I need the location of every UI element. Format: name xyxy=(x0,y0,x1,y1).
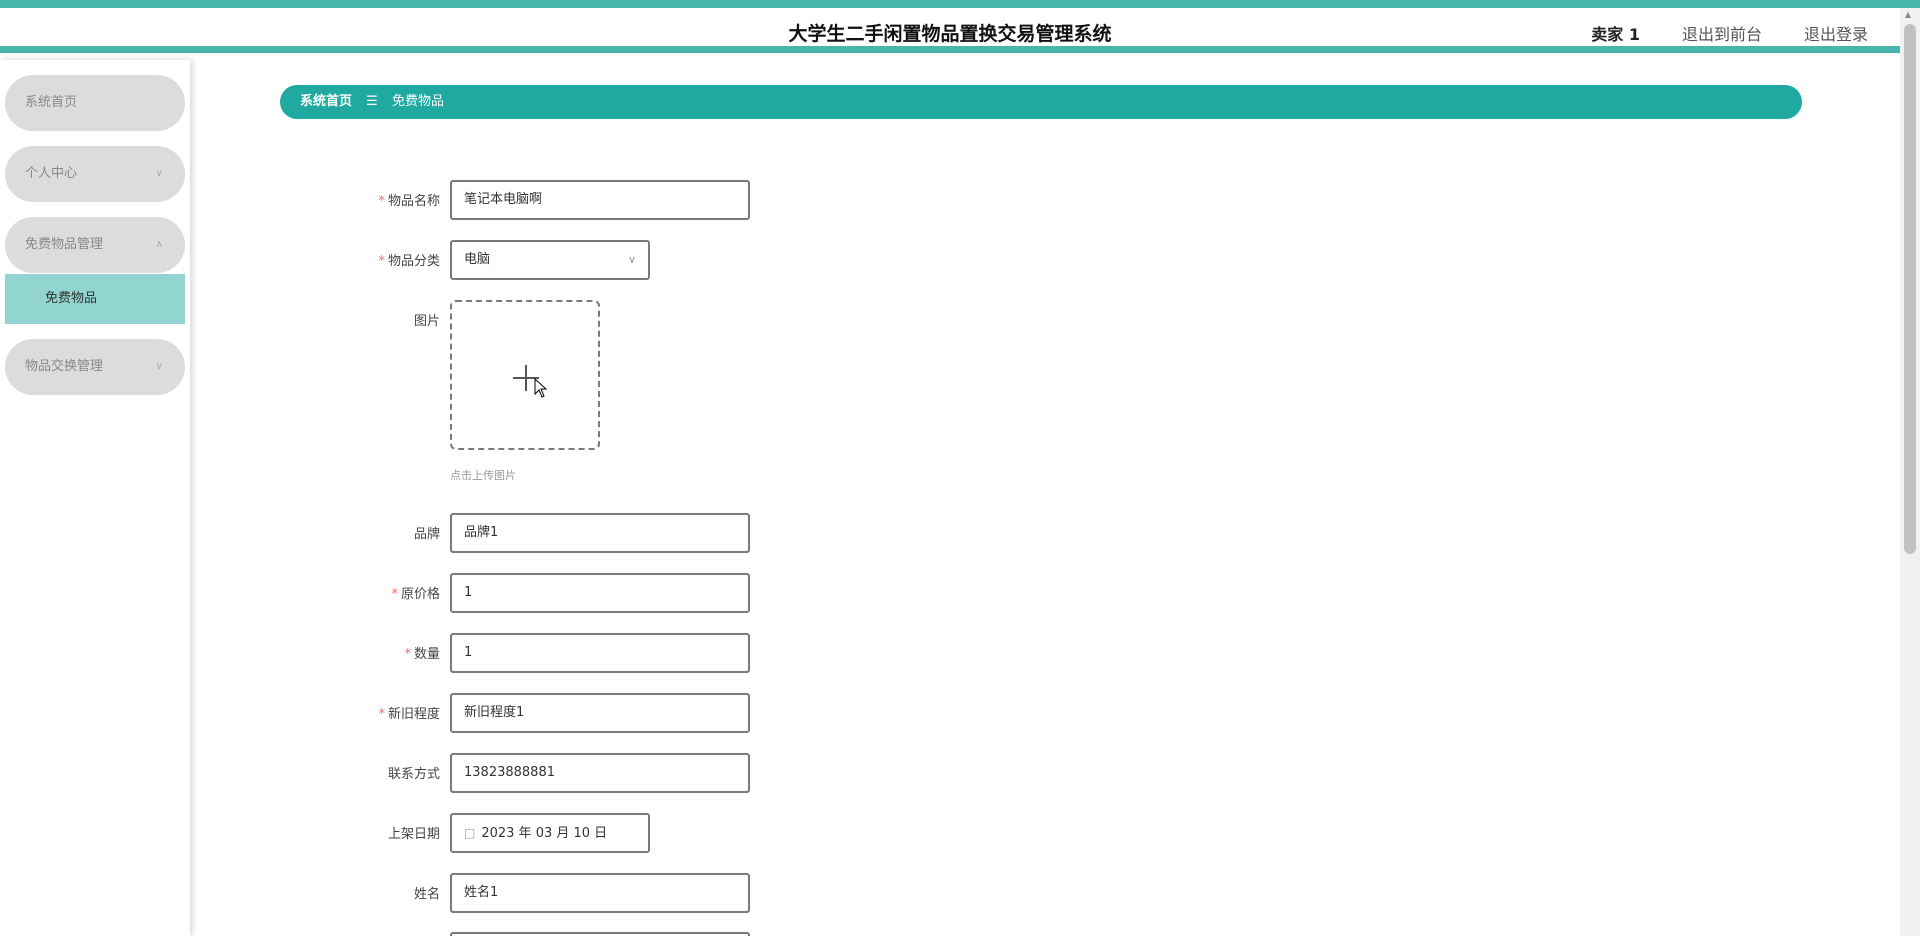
sidebar-item-home[interactable]: 系统首页 xyxy=(5,75,185,131)
chevron-down-icon: ∨ xyxy=(155,168,163,179)
chevron-down-icon: ∨ xyxy=(155,361,163,372)
category-selected-value: 电脑 xyxy=(464,252,491,267)
mouse-cursor-icon xyxy=(534,378,548,398)
name-label: * 物品名称 xyxy=(300,190,440,209)
breadcrumb: 系统首页 ☰ 免费物品 xyxy=(280,85,1802,119)
date-picker[interactable]: □ 2023 年 03 月 10 日 xyxy=(450,813,650,853)
logout-link[interactable]: 退出登录 xyxy=(1804,21,1868,45)
back-to-front-link[interactable]: 退出到前台 xyxy=(1682,21,1762,45)
sidebar-subitem-label: 免费物品 xyxy=(45,291,98,306)
upload-hint: 点击上传图片 xyxy=(450,469,516,482)
condition-label-text: 新旧程度 xyxy=(387,707,440,722)
sidebar-item-label: 系统首页 xyxy=(25,95,78,110)
sidebar-item-personal[interactable]: 个人中心 ∨ xyxy=(5,146,185,202)
scroll-up-icon[interactable]: ▲ xyxy=(1905,10,1911,19)
name-label-text: 物品名称 xyxy=(387,194,440,209)
required-marker: * xyxy=(404,647,411,662)
scrollbar[interactable]: ▲ xyxy=(1900,8,1920,936)
sidebar-item-label: 免费物品管理 xyxy=(25,237,104,252)
person-input[interactable]: 姓名1 xyxy=(450,873,750,913)
sidebar-item-label: 个人中心 xyxy=(25,166,78,181)
image-label: 图片 xyxy=(413,314,440,329)
calendar-icon: □ xyxy=(464,826,476,840)
chevron-up-icon: ∧ xyxy=(155,239,163,250)
category-select[interactable]: 电脑 ∨ xyxy=(450,240,650,280)
breadcrumb-current: 免费物品 xyxy=(391,94,444,109)
plus-icon-vertical xyxy=(525,365,527,391)
breadcrumb-separator-icon: ☰ xyxy=(366,94,378,109)
date-value: 2023 年 03 月 10 日 xyxy=(481,826,608,841)
top-accent-stripe xyxy=(0,0,1920,8)
chevron-down-icon: ∨ xyxy=(627,253,636,266)
required-marker: * xyxy=(378,194,385,209)
required-marker: * xyxy=(378,254,385,269)
contact-label: 联系方式 xyxy=(387,767,440,782)
required-marker: * xyxy=(378,707,385,722)
breadcrumb-home[interactable]: 系统首页 xyxy=(300,94,352,109)
current-user: 卖家 1 xyxy=(1591,25,1640,44)
condition-input[interactable]: 新旧程度1 xyxy=(450,693,750,733)
required-marker: * xyxy=(391,587,398,602)
sidebar-item-free-management[interactable]: 免费物品管理 ∧ xyxy=(5,217,185,273)
brand-input[interactable]: 品牌1 xyxy=(450,513,750,553)
price-label-text: 原价格 xyxy=(400,587,440,602)
contact-input[interactable]: 13823888881 xyxy=(450,753,750,793)
image-upload-area[interactable] xyxy=(450,300,600,450)
quantity-label-text: 数量 xyxy=(413,647,440,662)
header-links: 卖家 1 退出到前台 退出登录 xyxy=(1591,21,1868,45)
sidebar-item-label: 物品交换管理 xyxy=(25,359,104,374)
sidebar: 系统首页 个人中心 ∨ 免费物品管理 ∧ 免费物品 物品交换管理 ∨ xyxy=(0,60,190,936)
quantity-label: * 数量 xyxy=(300,643,440,662)
header-bar: 大学生二手闲置物品置换交易管理系统 卖家 1 退出到前台 退出登录 xyxy=(0,8,1900,53)
sidebar-subitem-free-items[interactable]: 免费物品 xyxy=(5,274,185,324)
price-input[interactable]: 1 xyxy=(450,573,750,613)
date-label: 上架日期 xyxy=(387,827,440,842)
condition-label: * 新旧程度 xyxy=(300,703,440,722)
person-label: 姓名 xyxy=(413,887,440,902)
brand-label: 品牌 xyxy=(413,527,440,542)
category-label-text: 物品分类 xyxy=(387,254,440,269)
scrollbar-thumb[interactable] xyxy=(1904,24,1916,554)
sidebar-item-exchange-management[interactable]: 物品交换管理 ∨ xyxy=(5,339,185,395)
quantity-input[interactable]: 1 xyxy=(450,633,750,673)
name-input[interactable]: 笔记本电脑啊 xyxy=(450,180,750,220)
price-label: * 原价格 xyxy=(300,583,440,602)
category-label: * 物品分类 xyxy=(300,250,440,269)
next-field-input[interactable] xyxy=(450,932,750,936)
